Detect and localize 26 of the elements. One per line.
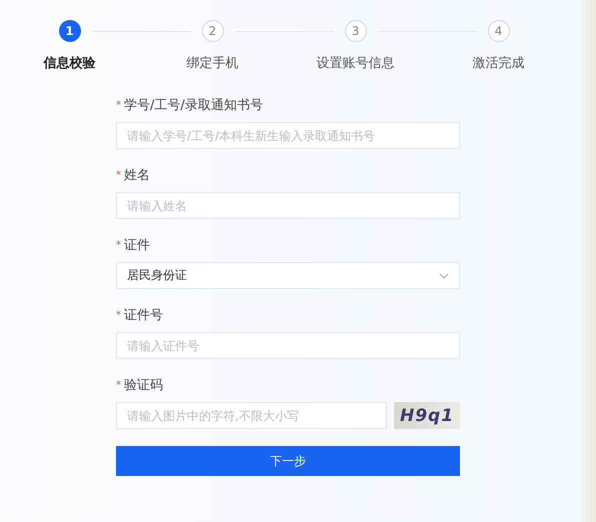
required-mark: * xyxy=(116,170,121,180)
input-field[interactable]: 请输入证件号 xyxy=(116,332,460,359)
step-number: 3 xyxy=(344,20,366,42)
field-label: 姓名 xyxy=(124,167,150,184)
field-label: 证件号 xyxy=(124,307,163,324)
required-mark: * xyxy=(116,100,121,110)
required-mark: * xyxy=(116,240,121,250)
chevron-down-icon xyxy=(439,272,449,278)
input-field[interactable]: 请输入图片中的字符,不限大小写 xyxy=(116,402,387,429)
select-field[interactable]: 居民身份证 xyxy=(116,262,460,289)
step-label: 激活完成 xyxy=(472,55,524,72)
step-number: 1 xyxy=(58,20,80,42)
captcha-image[interactable]: H9q1 xyxy=(394,402,460,429)
required-mark: * xyxy=(116,380,121,390)
step-label: 设置账号信息 xyxy=(316,55,394,72)
input-field[interactable]: 请输入学号/工号/本科生新生输入录取通知书号 xyxy=(116,122,460,149)
next-button[interactable]: 下一步 xyxy=(116,446,460,476)
field-label: 证件 xyxy=(124,237,150,254)
step-label: 绑定手机 xyxy=(186,55,238,72)
required-mark: * xyxy=(116,310,121,320)
field-label: 验证码 xyxy=(124,377,163,394)
step-number: 2 xyxy=(202,20,224,42)
input-field[interactable]: 请输入姓名 xyxy=(116,192,460,219)
field-label: 学号/工号/录取通知书号 xyxy=(124,97,263,114)
step-number: 4 xyxy=(488,20,510,42)
step-label: 信息校验 xyxy=(44,55,96,72)
